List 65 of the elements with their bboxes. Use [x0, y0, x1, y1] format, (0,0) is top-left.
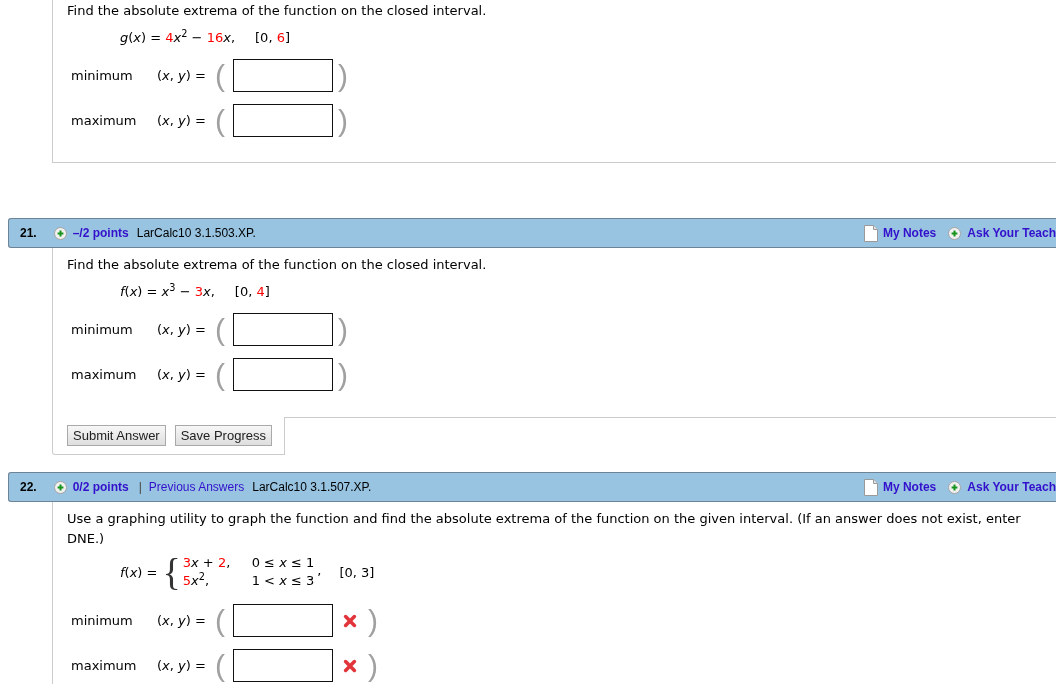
formula-text: g(x) = 4x$^{2}$ − 16x, — [120, 28, 236, 47]
point-label: (x, y) = — [157, 113, 207, 128]
question-prompt: Find the absolute extrema of the function on the closed interval. — [67, 2, 488, 20]
points-link[interactable]: 0/2 points — [72, 480, 129, 494]
answer-field[interactable] — [233, 649, 333, 682]
interval-text: [0, 3] — [339, 564, 375, 580]
save-button[interactable]: Save Progress — [174, 425, 272, 446]
answer-field[interactable] — [233, 604, 333, 637]
answer-field[interactable] — [233, 59, 333, 92]
previous-answers-link[interactable]: Previous Answers — [148, 480, 245, 494]
question-prompt: Find the absolute extrema of the function on the closed interval. — [67, 256, 488, 274]
document-icon[interactable] — [863, 478, 878, 496]
close-paren: ) — [337, 59, 349, 92]
open-paren: ( — [214, 104, 226, 137]
answer-label: minimum — [71, 613, 134, 628]
piecewise-brace: { — [162, 554, 181, 590]
my-notes-link[interactable]: My Notes — [882, 480, 937, 494]
close-paren: ) — [367, 649, 379, 682]
submit-button[interactable]: Submit Answer — [67, 425, 166, 446]
answer-label: maximum — [71, 658, 138, 673]
interval-text: [0, 6] — [255, 29, 290, 47]
case-expression: 5x$^{2}$, — [182, 572, 211, 590]
close-paren: ) — [337, 313, 349, 346]
open-paren: ( — [214, 59, 226, 92]
plus-icon[interactable] — [948, 226, 962, 240]
question-number: 22. — [20, 480, 37, 494]
answer-label: maximum — [71, 367, 138, 382]
answer-label: minimum — [71, 322, 134, 337]
point-label: (x, y) = — [157, 658, 207, 673]
close-paren: ) — [337, 358, 349, 391]
point-label: (x, y) = — [157, 322, 207, 337]
question-source: LarCalc10 3.1.503.XP. — [136, 226, 256, 240]
ask-teacher-link[interactable]: Ask Your Teach — [967, 226, 1056, 240]
case-condition: 1 < x ≤ 3 — [251, 572, 315, 590]
answer-label: maximum — [71, 113, 138, 128]
ask-teacher-link[interactable]: Ask Your Teach — [967, 480, 1056, 494]
open-paren: ( — [214, 649, 226, 682]
plus-icon[interactable] — [53, 226, 67, 240]
case-expression: 3x + 2, — [182, 554, 232, 572]
point-label: (x, y) = — [157, 68, 207, 83]
answer-label: minimum — [71, 68, 134, 83]
point-label: (x, y) = — [157, 613, 207, 628]
answer-field[interactable] — [233, 358, 333, 391]
formula-text: f(x) = x$^{3}$ − 3x, — [120, 282, 215, 301]
pipe-separator: | — [138, 480, 142, 494]
question-number: 21. — [20, 226, 37, 240]
open-paren: ( — [214, 604, 226, 637]
answer-field[interactable] — [233, 104, 333, 137]
open-paren: ( — [214, 358, 226, 391]
plus-icon[interactable] — [948, 480, 962, 494]
interval-text: [0, 4] — [234, 283, 270, 301]
my-notes-link[interactable]: My Notes — [882, 226, 937, 240]
points-link[interactable]: –/2 points — [72, 226, 129, 240]
plus-icon[interactable] — [53, 480, 67, 494]
question-prompt: Use a graphing utility to graph the function and find the absolute extrema of the function on the given interval. (If an answer does not exist, enter DNE.) — [67, 510, 1022, 548]
point-label: (x, y) = — [157, 367, 207, 382]
document-icon[interactable] — [863, 224, 878, 242]
answer-field[interactable] — [233, 313, 333, 346]
case-condition: 0 ≤ x ≤ 1 — [251, 554, 315, 572]
close-paren: ) — [367, 604, 379, 637]
open-paren: ( — [214, 313, 226, 346]
formula-comma: , — [317, 562, 322, 578]
formula-text: f(x) = — [120, 564, 158, 580]
question-source: LarCalc10 3.1.507.XP. — [252, 480, 372, 494]
close-paren: ) — [337, 104, 349, 137]
